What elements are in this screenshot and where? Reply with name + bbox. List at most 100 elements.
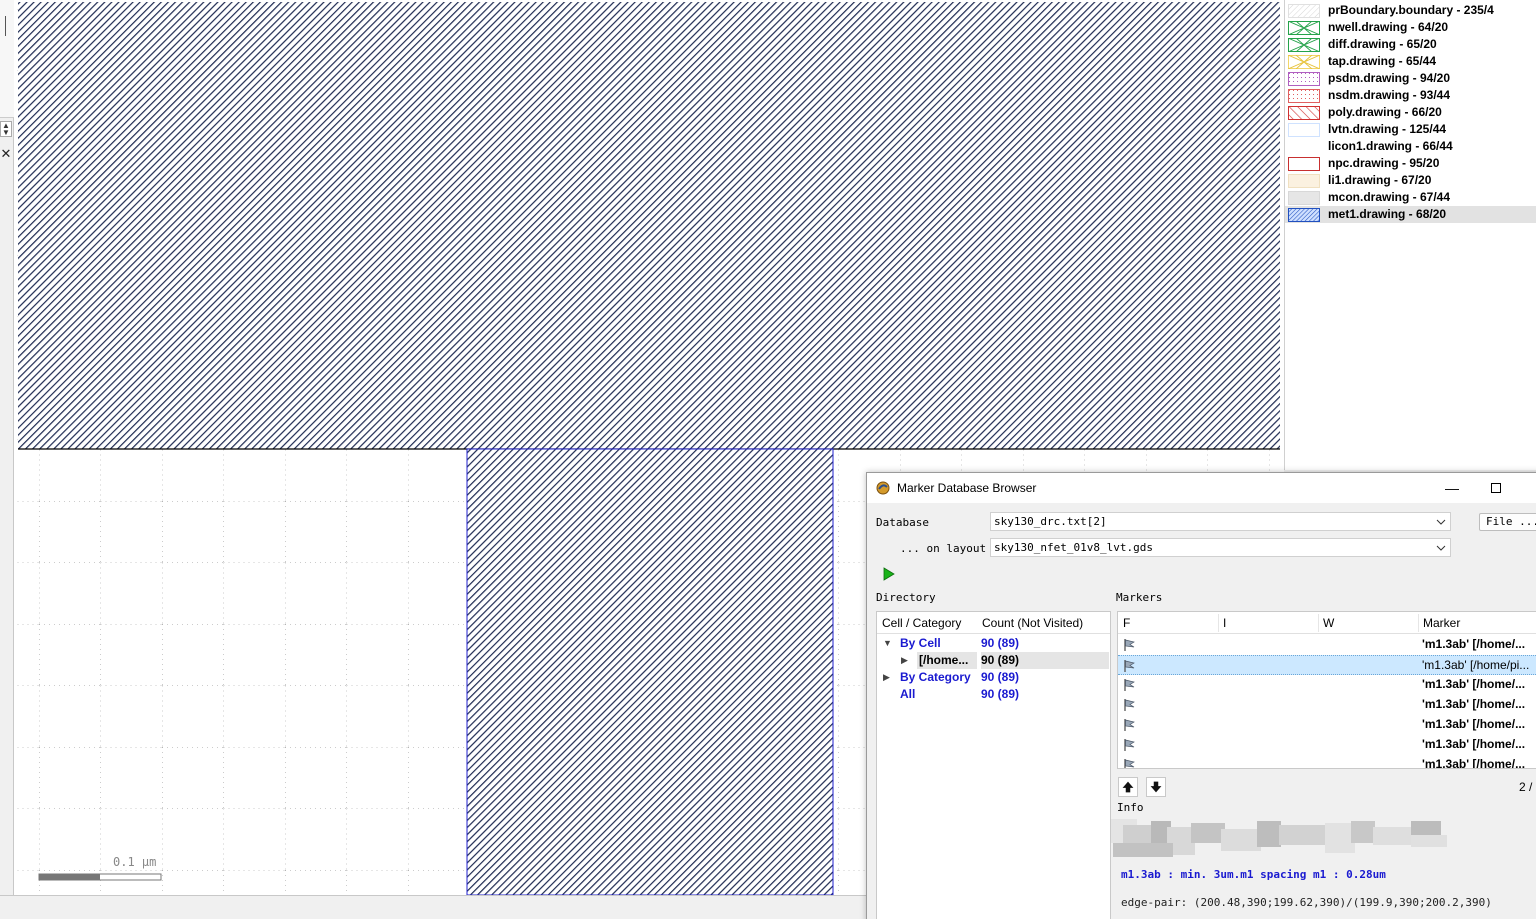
layer-row[interactable]: lvtn.drawing - 125/44 — [1285, 121, 1536, 138]
layer-name: li1.drawing - 67/20 — [1328, 173, 1432, 187]
marker-text: 'm1.3ab' [/home/... — [1422, 757, 1526, 769]
marker-text: 'm1.3ab' [/home/... — [1422, 717, 1526, 731]
directory-item-count: 90 (89) — [981, 636, 1020, 650]
minimize-button[interactable]: — — [1441, 477, 1463, 499]
layout-label: ... on layout — [900, 542, 987, 555]
directory-item-name: [/home... — [917, 652, 977, 669]
layout-select[interactable]: sky130_nfet_01v8_lvt.gds — [990, 538, 1451, 557]
left-dock-strip: ▲ ▼ ✕ — [0, 0, 14, 895]
scale-bar — [38, 873, 162, 881]
layer-name: prBoundary.boundary - 235/4 — [1328, 3, 1494, 17]
database-select[interactable]: sky130_drc.txt[2] — [990, 512, 1451, 531]
chevron-down-icon — [1436, 519, 1446, 525]
flag-icon[interactable] — [1122, 718, 1136, 732]
layer-swatch-icon — [1288, 174, 1320, 188]
marker-row[interactable]: 'm1.3ab' [/home/... — [1118, 715, 1536, 735]
flag-icon[interactable] — [1122, 698, 1136, 712]
layer-name: poly.drawing - 66/20 — [1328, 105, 1442, 119]
layer-swatch-icon — [1288, 140, 1320, 154]
marker-row[interactable]: 'm1.3ab' [/home/... — [1118, 675, 1536, 695]
directory-row[interactable]: ▶ [/home... 90 (89) — [877, 652, 1110, 669]
layer-swatch-icon — [1288, 157, 1320, 171]
layer-row[interactable]: tap.drawing - 65/44 — [1285, 53, 1536, 70]
layer-row[interactable]: nwell.drawing - 64/20 — [1285, 19, 1536, 36]
close-icon[interactable]: ✕ — [0, 146, 12, 162]
layer-list-panel: prBoundary.boundary - 235/4 nwell.drawing… — [1284, 0, 1536, 470]
flag-icon[interactable] — [1122, 638, 1136, 652]
layer-swatch-icon — [1288, 106, 1320, 120]
database-value: sky130_drc.txt[2] — [994, 515, 1107, 528]
column-header-cell-category[interactable]: Cell / Category — [882, 616, 961, 630]
info-label: Info — [1117, 801, 1144, 814]
marker-row[interactable]: 'm1.3ab' [/home/... — [1118, 735, 1536, 755]
info-edge-pair-text: edge-pair: (200.48,390;199.62,390)/(199.… — [1121, 896, 1492, 909]
directory-item-name: By Cell — [900, 636, 941, 650]
layer-row[interactable]: psdm.drawing - 94/20 — [1285, 70, 1536, 87]
expander-icon[interactable]: ▶ — [883, 672, 890, 683]
column-header-i[interactable]: I — [1223, 616, 1226, 630]
column-header-w[interactable]: W — [1323, 616, 1334, 630]
layer-name: npc.drawing - 95/20 — [1328, 156, 1440, 170]
file-button[interactable]: File ... — [1479, 513, 1536, 531]
layer-row[interactable]: npc.drawing - 95/20 — [1285, 155, 1536, 172]
layer-swatch-icon — [1288, 55, 1320, 69]
met1-shape-bottom[interactable] — [466, 448, 834, 895]
flag-icon[interactable] — [1122, 738, 1136, 752]
marker-row[interactable]: 'm1.3ab' [/home/pi... — [1118, 655, 1536, 675]
layer-swatch-icon — [1288, 89, 1320, 103]
marker-text: 'm1.3ab' [/home/... — [1422, 637, 1526, 651]
info-rule-text: m1.3ab : min. 3um.m1 spacing m1 : 0.28um — [1121, 868, 1386, 881]
left-dock-panel — [0, 0, 14, 118]
maximize-button[interactable] — [1485, 477, 1507, 499]
next-marker-button[interactable] — [1146, 777, 1166, 797]
met1-shape-top[interactable] — [18, 2, 1280, 449]
layer-name: tap.drawing - 65/44 — [1328, 54, 1437, 68]
column-header-count[interactable]: Count (Not Visited) — [982, 616, 1083, 630]
layer-row[interactable]: poly.drawing - 66/20 — [1285, 104, 1536, 121]
marker-row[interactable]: 'm1.3ab' [/home/... — [1118, 695, 1536, 715]
klayout-app-icon — [876, 481, 890, 495]
marker-row[interactable]: 'm1.3ab' [/home/... — [1118, 755, 1536, 769]
expander-icon[interactable]: ▶ — [901, 655, 908, 666]
directory-item-name: By Category — [900, 670, 971, 684]
flag-icon[interactable] — [1122, 758, 1136, 769]
directory-row[interactable]: ▼ By Cell 90 (89) — [877, 635, 1110, 652]
layer-swatch-icon — [1288, 123, 1320, 137]
scale-label: 0.1 µm — [113, 855, 157, 869]
window-title: Marker Database Browser — [897, 481, 1037, 495]
layer-swatch-icon — [1288, 191, 1320, 205]
marker-text: 'm1.3ab' [/home/... — [1422, 677, 1526, 691]
directory-item-count: 90 (89) — [981, 670, 1020, 684]
chevron-down-icon — [1436, 545, 1446, 551]
layer-row[interactable]: met1.drawing - 68/20 — [1285, 206, 1536, 223]
directory-row[interactable]: ▶ By Category 90 (89) — [877, 669, 1110, 686]
layer-row[interactable]: mcon.drawing - 67/44 — [1285, 189, 1536, 206]
directory-item-name: All — [900, 687, 916, 701]
marker-row[interactable]: 'm1.3ab' [/home/... — [1118, 635, 1536, 655]
layer-name: diff.drawing - 65/20 — [1328, 37, 1437, 51]
layer-row[interactable]: li1.drawing - 67/20 — [1285, 172, 1536, 189]
layer-swatch-icon — [1288, 4, 1320, 18]
flag-icon[interactable] — [1122, 659, 1136, 673]
layer-row[interactable]: nsdm.drawing - 93/44 — [1285, 87, 1536, 104]
layer-row[interactable]: licon1.drawing - 66/44 — [1285, 138, 1536, 155]
layer-swatch-icon — [1288, 208, 1320, 222]
column-header-f[interactable]: F — [1123, 616, 1130, 630]
column-header-marker[interactable]: Marker — [1423, 616, 1460, 630]
markers-list[interactable]: F I W Marker 'm1.3ab' [/home/... 'm1.3ab'… — [1117, 611, 1536, 769]
klayout-main-window: ▲ ▼ ✕ 0.1 µm prBoundary.boundary - 235/4… — [0, 0, 1536, 919]
directory-header: Cell / Category Count (Not Visited) — [877, 612, 1110, 634]
directory-row[interactable]: All 90 (89) — [877, 686, 1110, 703]
layer-row[interactable]: prBoundary.boundary - 235/4 — [1285, 2, 1536, 19]
expander-icon[interactable]: ▼ — [883, 638, 892, 648]
layer-name: psdm.drawing - 94/20 — [1328, 71, 1451, 85]
marker-text: 'm1.3ab' [/home/pi... — [1422, 658, 1530, 672]
run-icon[interactable] — [881, 567, 895, 581]
layer-row[interactable]: diff.drawing - 65/20 — [1285, 36, 1536, 53]
spinner-icon[interactable]: ▲ ▼ — [0, 121, 12, 137]
previous-marker-button[interactable] — [1118, 777, 1138, 797]
directory-tree[interactable]: Cell / Category Count (Not Visited) ▼ By … — [876, 611, 1111, 919]
directory-label: Directory — [876, 591, 936, 604]
flag-icon[interactable] — [1122, 678, 1136, 692]
markers-label: Markers — [1116, 591, 1163, 604]
